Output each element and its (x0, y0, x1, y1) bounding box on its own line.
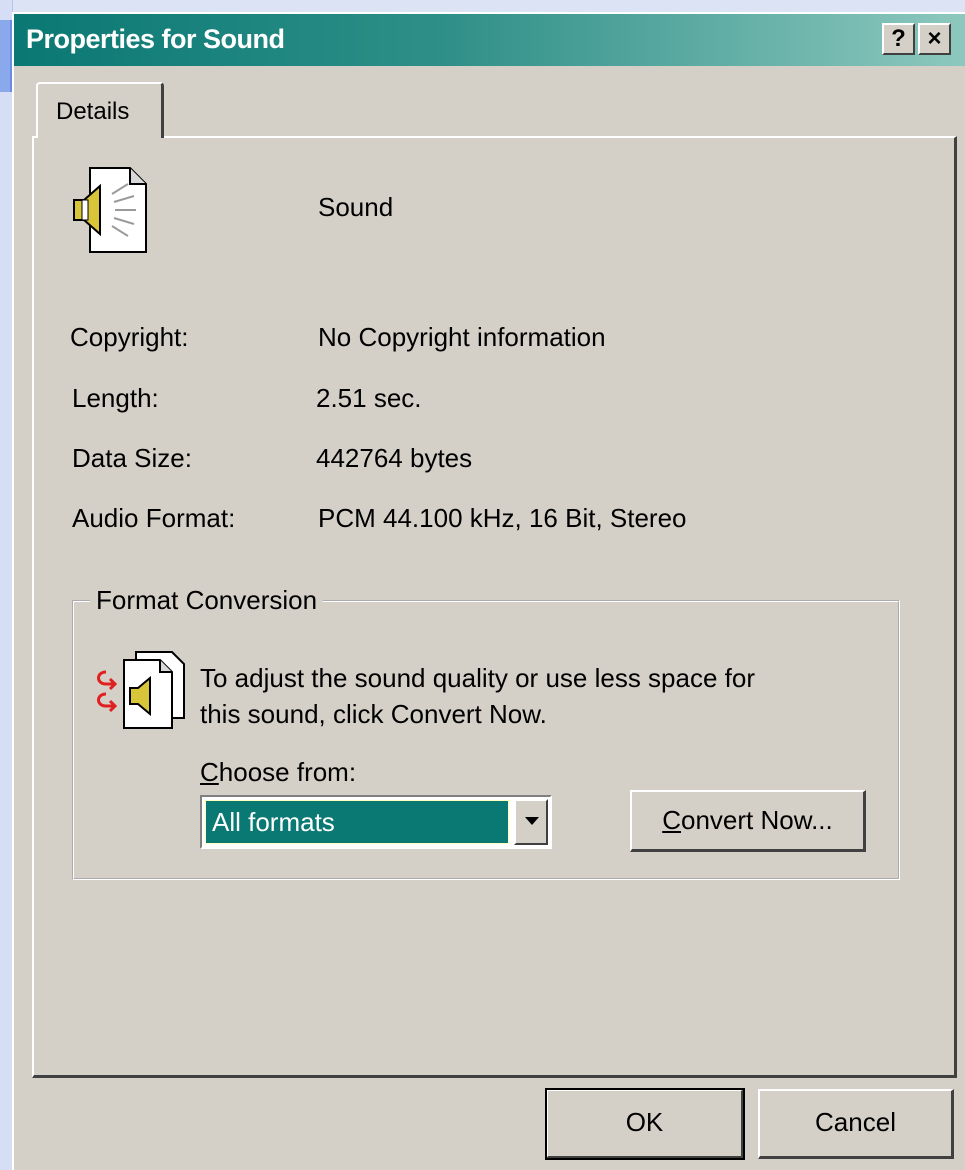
ok-button[interactable]: OK (545, 1088, 745, 1160)
copyright-value: No Copyright information (318, 322, 606, 352)
choose-from-label: Choose from: (200, 757, 357, 787)
chevron-down-icon[interactable] (514, 799, 548, 845)
format-select-value[interactable]: All formats (205, 800, 509, 844)
tab-details[interactable]: Details (36, 82, 164, 138)
length-value: 2.51 sec. (316, 383, 422, 413)
conversion-description-line2: this sound, click Convert Now. (200, 699, 547, 729)
audio-format-value: PCM 44.100 kHz, 16 Bit, Stereo (318, 503, 687, 533)
file-name: Sound (318, 192, 394, 222)
length-label: Length: (72, 383, 159, 413)
convert-now-button[interactable]: Convert Now... (630, 790, 866, 852)
format-conversion-title: Format Conversion (90, 585, 324, 616)
screen: Properties for Sound ? × Details Sound C… (0, 0, 965, 1170)
format-select[interactable]: All formats (200, 795, 552, 849)
conversion-description-line1: To adjust the sound quality or use less … (200, 663, 755, 693)
close-button[interactable]: × (918, 23, 951, 55)
audio-format-label: Audio Format: (72, 503, 236, 533)
copyright-label: Copyright: (70, 322, 189, 352)
convert-sound-icon (97, 651, 185, 729)
title-bar[interactable]: Properties for Sound ? × (14, 14, 965, 66)
data-size-value: 442764 bytes (316, 443, 473, 473)
help-button[interactable]: ? (882, 23, 915, 55)
desktop-icon-fragment (0, 20, 12, 92)
conversion-description: To adjust the sound quality or use less … (200, 660, 860, 732)
cancel-button[interactable]: Cancel (758, 1089, 954, 1159)
window-title: Properties for Sound (26, 24, 285, 54)
tab-details-label: Details (56, 98, 130, 125)
data-size-label: Data Size: (72, 443, 192, 473)
sound-file-icon (73, 167, 147, 253)
